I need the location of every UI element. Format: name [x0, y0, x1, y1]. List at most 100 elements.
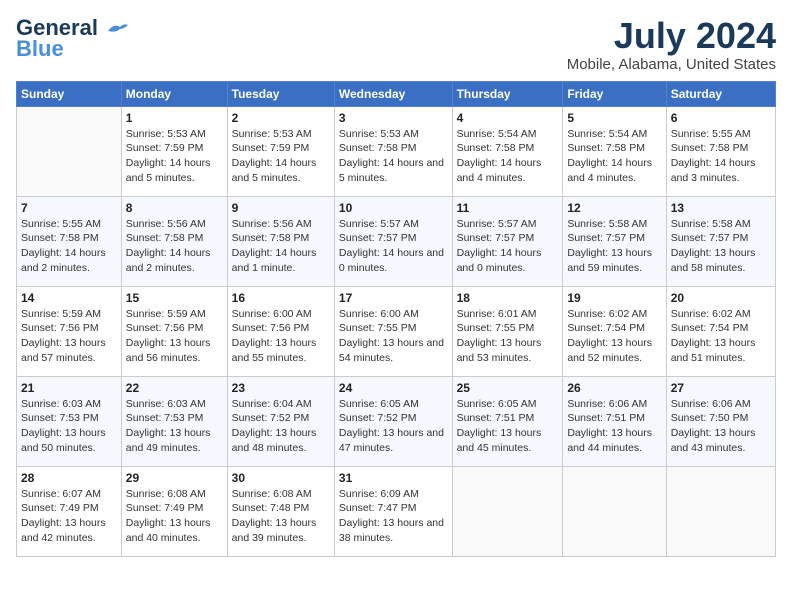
day-info: Sunrise: 6:06 AMSunset: 7:50 PMDaylight:…	[671, 397, 771, 456]
day-info: Sunrise: 5:58 AMSunset: 7:57 PMDaylight:…	[671, 217, 771, 276]
calendar-cell: 4 Sunrise: 5:54 AMSunset: 7:58 PMDaylight…	[452, 106, 563, 196]
day-number: 15	[126, 291, 223, 305]
day-number: 2	[232, 111, 330, 125]
day-number: 27	[671, 381, 771, 395]
calendar-cell: 12 Sunrise: 5:58 AMSunset: 7:57 PMDayligh…	[563, 196, 666, 286]
calendar-cell: 20Sunrise: 6:02 AMSunset: 7:54 PMDayligh…	[666, 286, 775, 376]
day-info: Sunrise: 5:54 AMSunset: 7:58 PMDaylight:…	[567, 127, 661, 186]
calendar-cell: 9 Sunrise: 5:56 AMSunset: 7:58 PMDaylight…	[227, 196, 334, 286]
calendar-cell	[17, 106, 122, 196]
day-info: Sunrise: 6:01 AMSunset: 7:55 PMDaylight:…	[457, 307, 559, 366]
calendar-cell: 10 Sunrise: 5:57 AMSunset: 7:57 PMDayligh…	[334, 196, 452, 286]
calendar-cell: 8Sunrise: 5:56 AMSunset: 7:58 PMDaylight…	[121, 196, 227, 286]
day-number: 13	[671, 201, 771, 215]
day-number: 31	[339, 471, 448, 485]
page-header: General Blue July 2024 Mobile, Alabama, …	[16, 16, 776, 73]
day-info: Sunrise: 6:00 AMSunset: 7:55 PMDaylight:…	[339, 307, 448, 366]
day-number: 14	[21, 291, 117, 305]
calendar-cell: 23 Sunrise: 6:04 AMSunset: 7:52 PMDayligh…	[227, 376, 334, 466]
day-info: Sunrise: 5:57 AMSunset: 7:57 PMDaylight:…	[339, 217, 448, 276]
day-info: Sunrise: 6:05 AMSunset: 7:52 PMDaylight:…	[339, 397, 448, 456]
day-info: Sunrise: 5:56 AMSunset: 7:58 PMDaylight:…	[126, 217, 223, 276]
day-info: Sunrise: 6:07 AMSunset: 7:49 PMDaylight:…	[21, 487, 117, 546]
day-info: Sunrise: 5:55 AMSunset: 7:58 PMDaylight:…	[671, 127, 771, 186]
day-number: 30	[232, 471, 330, 485]
calendar-week-row: 28Sunrise: 6:07 AMSunset: 7:49 PMDayligh…	[17, 466, 776, 556]
day-info: Sunrise: 6:02 AMSunset: 7:54 PMDaylight:…	[567, 307, 661, 366]
calendar-cell: 31 Sunrise: 6:09 AMSunset: 7:47 PMDayligh…	[334, 466, 452, 556]
day-number: 4	[457, 111, 559, 125]
day-info: Sunrise: 5:53 AMSunset: 7:59 PMDaylight:…	[232, 127, 330, 186]
day-number: 22	[126, 381, 223, 395]
calendar-cell: 17 Sunrise: 6:00 AMSunset: 7:55 PMDayligh…	[334, 286, 452, 376]
calendar-week-row: 21 Sunrise: 6:03 AMSunset: 7:53 PMDayligh…	[17, 376, 776, 466]
calendar-cell: 19 Sunrise: 6:02 AMSunset: 7:54 PMDayligh…	[563, 286, 666, 376]
day-info: Sunrise: 6:03 AMSunset: 7:53 PMDaylight:…	[126, 397, 223, 456]
calendar-cell: 18 Sunrise: 6:01 AMSunset: 7:55 PMDayligh…	[452, 286, 563, 376]
calendar-cell: 16Sunrise: 6:00 AMSunset: 7:56 PMDayligh…	[227, 286, 334, 376]
title-block: July 2024 Mobile, Alabama, United States	[567, 16, 776, 73]
calendar-cell	[666, 466, 775, 556]
day-info: Sunrise: 6:02 AMSunset: 7:54 PMDaylight:…	[671, 307, 771, 366]
day-info: Sunrise: 5:55 AMSunset: 7:58 PMDaylight:…	[21, 217, 117, 276]
calendar-cell: 29 Sunrise: 6:08 AMSunset: 7:49 PMDayligh…	[121, 466, 227, 556]
calendar-cell: 1 Sunrise: 5:53 AMSunset: 7:59 PMDaylight…	[121, 106, 227, 196]
day-info: Sunrise: 6:08 AMSunset: 7:48 PMDaylight:…	[232, 487, 330, 546]
calendar-cell: 21 Sunrise: 6:03 AMSunset: 7:53 PMDayligh…	[17, 376, 122, 466]
day-info: Sunrise: 6:00 AMSunset: 7:56 PMDaylight:…	[232, 307, 330, 366]
day-info: Sunrise: 6:09 AMSunset: 7:47 PMDaylight:…	[339, 487, 448, 546]
day-number: 17	[339, 291, 448, 305]
calendar-cell: 11Sunrise: 5:57 AMSunset: 7:57 PMDayligh…	[452, 196, 563, 286]
day-info: Sunrise: 5:56 AMSunset: 7:58 PMDaylight:…	[232, 217, 330, 276]
day-number: 3	[339, 111, 448, 125]
day-number: 9	[232, 201, 330, 215]
calendar-cell: 27 Sunrise: 6:06 AMSunset: 7:50 PMDayligh…	[666, 376, 775, 466]
calendar-cell: 5Sunrise: 5:54 AMSunset: 7:58 PMDaylight…	[563, 106, 666, 196]
day-info: Sunrise: 6:05 AMSunset: 7:51 PMDaylight:…	[457, 397, 559, 456]
weekday-header-wednesday: Wednesday	[334, 81, 452, 106]
weekday-header-monday: Monday	[121, 81, 227, 106]
day-number: 29	[126, 471, 223, 485]
day-number: 6	[671, 111, 771, 125]
calendar-cell: 6 Sunrise: 5:55 AMSunset: 7:58 PMDaylight…	[666, 106, 775, 196]
day-number: 25	[457, 381, 559, 395]
calendar-cell: 25 Sunrise: 6:05 AMSunset: 7:51 PMDayligh…	[452, 376, 563, 466]
calendar-cell: 2 Sunrise: 5:53 AMSunset: 7:59 PMDaylight…	[227, 106, 334, 196]
day-info: Sunrise: 5:53 AMSunset: 7:59 PMDaylight:…	[126, 127, 223, 186]
day-number: 18	[457, 291, 559, 305]
day-number: 23	[232, 381, 330, 395]
logo-blue: Blue	[16, 38, 64, 60]
day-info: Sunrise: 5:59 AMSunset: 7:56 PMDaylight:…	[21, 307, 117, 366]
calendar-week-row: 14 Sunrise: 5:59 AMSunset: 7:56 PMDayligh…	[17, 286, 776, 376]
day-number: 1	[126, 111, 223, 125]
calendar-cell: 30 Sunrise: 6:08 AMSunset: 7:48 PMDayligh…	[227, 466, 334, 556]
day-info: Sunrise: 6:04 AMSunset: 7:52 PMDaylight:…	[232, 397, 330, 456]
calendar-week-row: 7Sunrise: 5:55 AMSunset: 7:58 PMDaylight…	[17, 196, 776, 286]
calendar-cell: 24 Sunrise: 6:05 AMSunset: 7:52 PMDayligh…	[334, 376, 452, 466]
month-year-title: July 2024	[567, 16, 776, 56]
day-info: Sunrise: 5:54 AMSunset: 7:58 PMDaylight:…	[457, 127, 559, 186]
day-number: 10	[339, 201, 448, 215]
weekday-header-sunday: Sunday	[17, 81, 122, 106]
day-info: Sunrise: 5:53 AMSunset: 7:58 PMDaylight:…	[339, 127, 448, 186]
logo-bird-icon	[106, 21, 128, 37]
day-number: 21	[21, 381, 117, 395]
weekday-header-saturday: Saturday	[666, 81, 775, 106]
day-info: Sunrise: 5:59 AMSunset: 7:56 PMDaylight:…	[126, 307, 223, 366]
calendar-week-row: 1 Sunrise: 5:53 AMSunset: 7:59 PMDaylight…	[17, 106, 776, 196]
logo: General Blue	[16, 16, 128, 60]
day-number: 19	[567, 291, 661, 305]
calendar-cell	[563, 466, 666, 556]
calendar-cell: 3 Sunrise: 5:53 AMSunset: 7:58 PMDaylight…	[334, 106, 452, 196]
calendar-cell	[452, 466, 563, 556]
day-info: Sunrise: 5:58 AMSunset: 7:57 PMDaylight:…	[567, 217, 661, 276]
day-info: Sunrise: 6:08 AMSunset: 7:49 PMDaylight:…	[126, 487, 223, 546]
day-number: 12	[567, 201, 661, 215]
calendar-cell: 13 Sunrise: 5:58 AMSunset: 7:57 PMDayligh…	[666, 196, 775, 286]
day-info: Sunrise: 6:03 AMSunset: 7:53 PMDaylight:…	[21, 397, 117, 456]
calendar-cell: 15 Sunrise: 5:59 AMSunset: 7:56 PMDayligh…	[121, 286, 227, 376]
weekday-header-row: SundayMondayTuesdayWednesdayThursdayFrid…	[17, 81, 776, 106]
calendar-table: SundayMondayTuesdayWednesdayThursdayFrid…	[16, 81, 776, 557]
day-number: 24	[339, 381, 448, 395]
calendar-cell: 22 Sunrise: 6:03 AMSunset: 7:53 PMDayligh…	[121, 376, 227, 466]
